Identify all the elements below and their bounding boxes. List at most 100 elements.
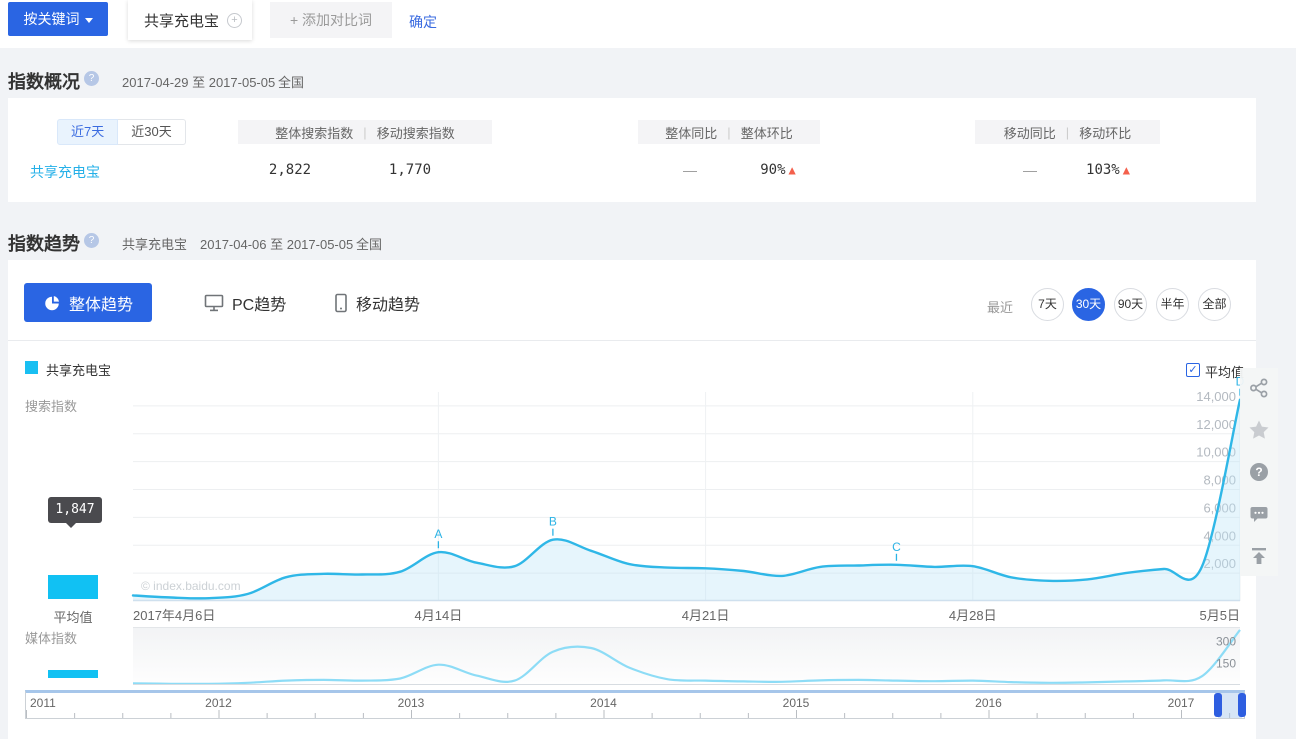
up-arrow-icon: ▲ — [789, 163, 796, 177]
mobile-icon — [334, 293, 348, 313]
tab-pc-trend[interactable]: PC趋势 — [204, 291, 286, 315]
timeline-ticks — [26, 709, 1244, 718]
news-marker-C[interactable]: C — [892, 540, 901, 554]
side-toolbar: ? — [1240, 368, 1278, 576]
media-color-swatch — [48, 670, 98, 678]
feedback-icon[interactable] — [1247, 502, 1271, 526]
keyword-tab[interactable]: 共享充电宝 + — [128, 0, 252, 40]
desktop-icon — [204, 294, 224, 312]
watermark: © index.baidu.com — [141, 579, 241, 593]
search-index-axis-label: 搜索指数 — [25, 396, 77, 415]
overview-section-title: 指数概况 — [8, 68, 80, 94]
plus-circle-icon[interactable]: + — [227, 13, 242, 28]
overview-help-icon[interactable]: ? — [84, 71, 99, 86]
media-index-chart[interactable]: 300 150 — [133, 627, 1240, 685]
timeline-slider[interactable]: 2011 2012 2013 2014 2015 2016 2017 — [25, 690, 1245, 719]
range-label: 最近 — [987, 297, 1013, 316]
timeline-year-label: 2015 — [783, 696, 810, 710]
average-color-swatch — [48, 575, 98, 599]
help-icon[interactable]: ? — [1247, 460, 1271, 484]
column-header-search-index: 整体搜索指数 | 移动搜索指数 — [238, 120, 492, 144]
star-icon[interactable] — [1247, 418, 1271, 442]
overall-mom-value: 90% ▲ — [718, 162, 838, 178]
legend-color-swatch — [25, 361, 38, 374]
up-arrow-icon: ▲ — [1123, 163, 1130, 177]
trend-region: 全国 — [356, 234, 382, 253]
add-compare-word-button[interactable]: + 添加对比词 — [270, 2, 392, 38]
divider — [8, 340, 1256, 341]
timeline-handle-left[interactable] — [1214, 693, 1222, 717]
x-axis-label: 4月21日 — [682, 605, 730, 624]
col-overall-search-index: 整体搜索指数 — [275, 123, 353, 142]
column-separator: | — [1066, 125, 1069, 140]
range-30-days[interactable]: 30天 — [1072, 288, 1105, 321]
svg-text:?: ? — [1255, 465, 1262, 479]
confirm-button[interactable]: 确定 — [409, 12, 437, 32]
share-icon[interactable] — [1247, 376, 1271, 400]
range-half-year[interactable]: 半年 — [1156, 288, 1189, 321]
timeline-year-label: 2013 — [398, 696, 425, 710]
x-axis-labels: 2017年4月6日4月14日4月21日4月28日5月5日 — [133, 605, 1240, 623]
tab-overall-trend[interactable]: 整体趋势 — [24, 283, 152, 322]
timeline-year-label: 2014 — [590, 696, 617, 710]
overview-region: 全国 — [278, 72, 304, 91]
media-y-axis-tick-label: 300 — [1216, 635, 1236, 649]
back-to-top-icon[interactable] — [1247, 544, 1271, 568]
tab-last-7-days[interactable]: 近7天 — [57, 119, 118, 145]
mobile-trend-label: 移动趋势 — [356, 291, 420, 315]
legend-keyword-label[interactable]: 共享充电宝 — [46, 360, 111, 379]
timeline-year-label: 2011 — [30, 696, 56, 710]
col-overall-mom: 整体环比 — [741, 123, 793, 142]
trend-section-title: 指数趋势 — [8, 230, 80, 256]
timeline-year-label: 2012 — [205, 696, 232, 710]
baidu-index-page: 按关键词 共享充电宝 + + 添加对比词 确定 指数概况 ? 2017-04-2… — [0, 0, 1296, 739]
timeline-year-label: 2017 — [1168, 696, 1195, 710]
x-axis-label: 4月28日 — [949, 605, 997, 624]
average-checkbox[interactable]: ✓ — [1186, 363, 1200, 377]
column-header-mobile-compare: 移动同比 | 移动环比 — [975, 120, 1160, 144]
news-marker-A[interactable]: A — [434, 527, 442, 541]
col-mobile-mom: 移动环比 — [1079, 123, 1131, 142]
x-axis-label: 5月5日 — [1200, 605, 1240, 624]
overall-trend-label: 整体趋势 — [69, 291, 133, 315]
media-y-axis-tick-label: 150 — [1216, 656, 1236, 670]
trend-date-range: 2017-04-06 至 2017-05-05 — [200, 234, 353, 253]
keyword-mode-button[interactable]: 按关键词 — [8, 2, 108, 36]
keyword-tab-label: 共享充电宝 — [144, 10, 227, 31]
range-7-days[interactable]: 7天 — [1031, 288, 1064, 321]
col-mobile-yoy: 移动同比 — [1004, 123, 1056, 142]
pie-chart-icon — [43, 294, 61, 312]
keyword-mode-label: 按关键词 — [24, 11, 80, 27]
x-axis-label: 4月14日 — [415, 605, 463, 624]
top-bar: 按关键词 共享充电宝 + + 添加对比词 确定 — [0, 0, 1296, 48]
column-separator: | — [727, 125, 730, 140]
overview-period-tabs: 近7天 近30天 — [57, 119, 186, 145]
tab-mobile-trend[interactable]: 移动趋势 — [334, 291, 420, 315]
media-index-axis-label: 媒体指数 — [25, 628, 77, 647]
range-all[interactable]: 全部 — [1198, 288, 1231, 321]
chevron-down-icon — [85, 18, 93, 23]
column-header-overall-compare: 整体同比 | 整体环比 — [638, 120, 820, 144]
news-marker-B[interactable]: B — [549, 515, 557, 529]
col-mobile-search-index: 移动搜索指数 — [377, 123, 455, 142]
trend-keyword: 共享充电宝 — [122, 234, 187, 253]
table-row-keyword-link[interactable]: 共享充电宝 — [30, 162, 100, 182]
col-overall-yoy: 整体同比 — [665, 123, 717, 142]
range-90-days[interactable]: 90天 — [1114, 288, 1147, 321]
y-axis-tick-label: 14,000 — [1196, 389, 1236, 404]
timeline-year-label: 2016 — [975, 696, 1002, 710]
mobile-mom-percent: 103% — [1086, 162, 1120, 178]
tab-last-30-days[interactable]: 近30天 — [118, 119, 185, 145]
search-index-chart[interactable]: 2,0004,0006,0008,00010,00012,00014,000© … — [133, 392, 1240, 601]
overview-card: 近7天 近30天 整体搜索指数|移动搜索指数 整体同比|整体环比 移动同比|移动… — [8, 98, 1256, 202]
column-separator: | — [363, 125, 366, 140]
trend-help-icon[interactable]: ? — [84, 233, 99, 248]
average-value-tooltip: 1,847 — [48, 497, 102, 523]
pc-trend-label: PC趋势 — [232, 291, 286, 315]
mobile-mom-value: 103%▲ — [1048, 162, 1168, 178]
y-axis-tick-label: 12,000 — [1196, 417, 1236, 432]
average-swatch-label: 平均值 — [44, 607, 102, 626]
overview-date-range: 2017-04-29 至 2017-05-05 — [122, 72, 275, 91]
overall-mom-percent: 90% — [760, 162, 785, 178]
timeline-handle-right[interactable] — [1238, 693, 1246, 717]
